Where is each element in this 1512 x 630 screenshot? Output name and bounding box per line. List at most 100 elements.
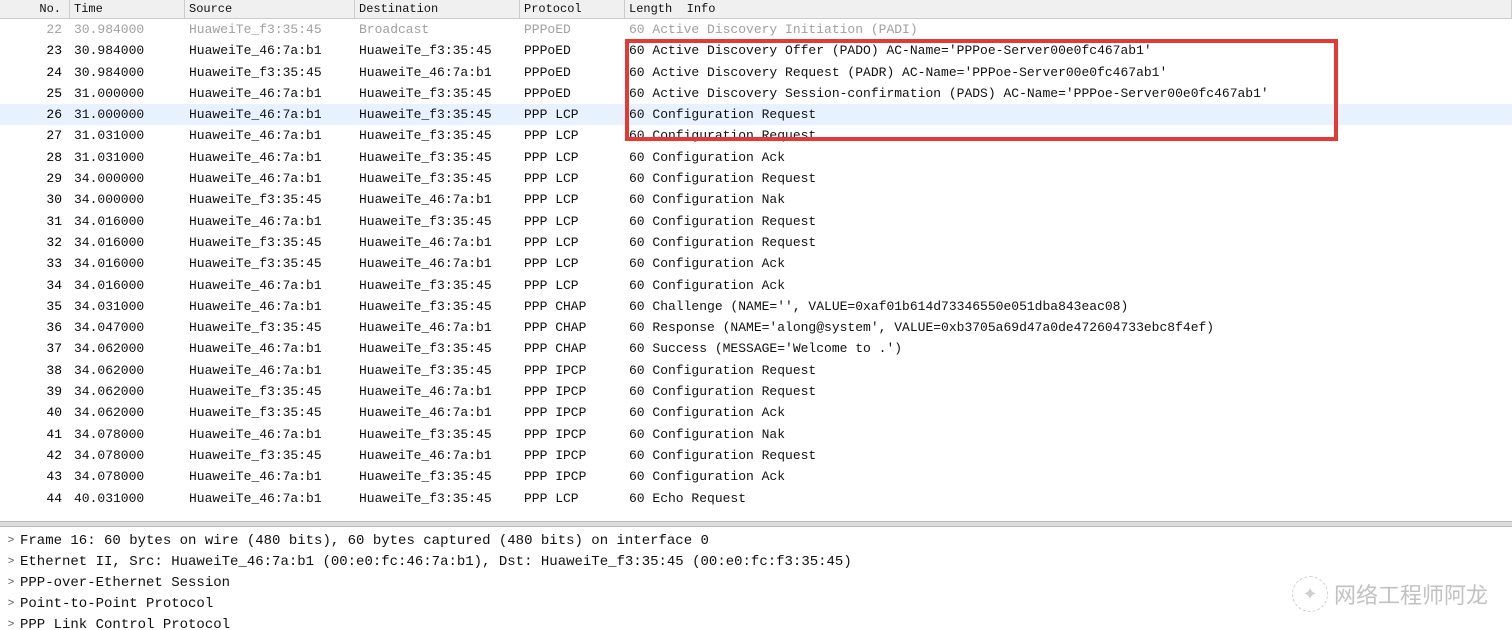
cell-time: 34.016000 [70,232,185,253]
cell-protocol: PPP IPCP [520,402,625,423]
cell-time: 34.016000 [70,275,185,296]
detail-tree-item[interactable]: >PPP Link Control Protocol [2,615,1512,630]
packet-row[interactable]: 2531.000000HuaweiTe_46:7a:b1HuaweiTe_f3:… [0,83,1512,104]
cell-destination: HuaweiTe_46:7a:b1 [355,253,520,274]
cell-protocol: PPP IPCP [520,445,625,466]
cell-source: HuaweiTe_f3:35:45 [185,62,355,83]
cell-no: 44 [0,488,70,509]
cell-no: 30 [0,189,70,210]
packet-list-header[interactable]: No. Time Source Destination Protocol Len… [0,0,1512,19]
packet-details-pane[interactable]: >Frame 16: 60 bytes on wire (480 bits), … [0,527,1512,630]
cell-time: 30.984000 [70,62,185,83]
packet-row[interactable]: 3334.016000HuaweiTe_f3:35:45HuaweiTe_46:… [0,253,1512,274]
packet-row[interactable]: 2330.984000HuaweiTe_46:7a:b1HuaweiTe_f3:… [0,40,1512,61]
packet-row[interactable]: 2934.000000HuaweiTe_46:7a:b1HuaweiTe_f3:… [0,168,1512,189]
packet-row[interactable]: 2731.031000HuaweiTe_46:7a:b1HuaweiTe_f3:… [0,125,1512,146]
cell-source: HuaweiTe_46:7a:b1 [185,125,355,146]
cell-info: 60 Challenge (NAME='', VALUE=0xaf01b614d… [625,296,1512,317]
cell-destination: HuaweiTe_f3:35:45 [355,125,520,146]
cell-source: HuaweiTe_46:7a:b1 [185,168,355,189]
cell-no: 25 [0,83,70,104]
cell-time: 34.047000 [70,317,185,338]
cell-protocol: PPP CHAP [520,338,625,359]
cell-info: 60 Configuration Nak [625,424,1512,445]
detail-text: Frame 16: 60 bytes on wire (480 bits), 6… [20,531,709,552]
expand-icon[interactable]: > [6,594,16,615]
cell-time: 34.078000 [70,466,185,487]
detail-tree-item[interactable]: >Frame 16: 60 bytes on wire (480 bits), … [2,531,1512,552]
detail-tree-item[interactable]: >Point-to-Point Protocol [2,594,1512,615]
cell-destination: Broadcast [355,19,520,40]
cell-source: HuaweiTe_46:7a:b1 [185,211,355,232]
cell-info: 60 Active Discovery Session-confirmation… [625,83,1512,104]
packet-row[interactable]: 3934.062000HuaweiTe_f3:35:45HuaweiTe_46:… [0,381,1512,402]
col-header-protocol[interactable]: Protocol [520,0,625,18]
cell-time: 34.078000 [70,445,185,466]
cell-protocol: PPP CHAP [520,296,625,317]
packet-row[interactable]: 4034.062000HuaweiTe_f3:35:45HuaweiTe_46:… [0,402,1512,423]
expand-icon[interactable]: > [6,552,16,573]
cell-info: 60 Configuration Request [625,211,1512,232]
packet-row[interactable]: 3134.016000HuaweiTe_46:7a:b1HuaweiTe_f3:… [0,211,1512,232]
cell-info: 60 Configuration Request [625,360,1512,381]
detail-text: Point-to-Point Protocol [20,594,213,615]
cell-source: HuaweiTe_f3:35:45 [185,317,355,338]
cell-info: 60 Configuration Request [625,104,1512,125]
packet-list[interactable]: 2230.984000HuaweiTe_f3:35:45BroadcastPPP… [0,19,1512,521]
cell-source: HuaweiTe_f3:35:45 [185,445,355,466]
expand-icon[interactable]: > [6,573,16,594]
packet-row[interactable]: 3634.047000HuaweiTe_f3:35:45HuaweiTe_46:… [0,317,1512,338]
detail-tree-item[interactable]: >Ethernet II, Src: HuaweiTe_46:7a:b1 (00… [2,552,1512,573]
cell-protocol: PPP IPCP [520,424,625,445]
cell-source: HuaweiTe_46:7a:b1 [185,424,355,445]
cell-destination: HuaweiTe_46:7a:b1 [355,381,520,402]
cell-no: 42 [0,445,70,466]
cell-info: 60 Configuration Ack [625,466,1512,487]
cell-time: 31.031000 [70,125,185,146]
cell-time: 34.062000 [70,338,185,359]
col-header-no[interactable]: No. [0,0,70,18]
packet-row[interactable]: 2430.984000HuaweiTe_f3:35:45HuaweiTe_46:… [0,62,1512,83]
expand-icon[interactable]: > [6,531,16,552]
cell-source: HuaweiTe_f3:35:45 [185,189,355,210]
packet-row[interactable]: 3534.031000HuaweiTe_46:7a:b1HuaweiTe_f3:… [0,296,1512,317]
cell-info: 60 Response (NAME='along@system', VALUE=… [625,317,1512,338]
packet-row[interactable]: 4234.078000HuaweiTe_f3:35:45HuaweiTe_46:… [0,445,1512,466]
packet-row[interactable]: 3034.000000HuaweiTe_f3:35:45HuaweiTe_46:… [0,189,1512,210]
cell-no: 22 [0,19,70,40]
col-header-length-info[interactable]: Length Info [625,0,1512,18]
cell-info: 60 Active Discovery Request (PADR) AC-Na… [625,62,1512,83]
cell-time: 34.031000 [70,296,185,317]
cell-time: 34.062000 [70,381,185,402]
cell-protocol: PPP LCP [520,168,625,189]
packet-row[interactable]: 3234.016000HuaweiTe_f3:35:45HuaweiTe_46:… [0,232,1512,253]
cell-protocol: PPP LCP [520,125,625,146]
col-header-time[interactable]: Time [70,0,185,18]
col-header-source[interactable]: Source [185,0,355,18]
cell-no: 43 [0,466,70,487]
detail-text: PPP-over-Ethernet Session [20,573,230,594]
cell-source: HuaweiTe_46:7a:b1 [185,488,355,509]
packet-row[interactable]: 2831.031000HuaweiTe_46:7a:b1HuaweiTe_f3:… [0,147,1512,168]
cell-source: HuaweiTe_46:7a:b1 [185,147,355,168]
packet-row[interactable]: 3734.062000HuaweiTe_46:7a:b1HuaweiTe_f3:… [0,338,1512,359]
expand-icon[interactable]: > [6,615,16,630]
col-header-destination[interactable]: Destination [355,0,520,18]
cell-destination: HuaweiTe_f3:35:45 [355,424,520,445]
cell-destination: HuaweiTe_f3:35:45 [355,275,520,296]
packet-row[interactable]: 2631.000000HuaweiTe_46:7a:b1HuaweiTe_f3:… [0,104,1512,125]
packet-row[interactable]: 2230.984000HuaweiTe_f3:35:45BroadcastPPP… [0,19,1512,40]
cell-time: 34.000000 [70,189,185,210]
cell-destination: HuaweiTe_f3:35:45 [355,104,520,125]
detail-text: Ethernet II, Src: HuaweiTe_46:7a:b1 (00:… [20,552,852,573]
cell-no: 39 [0,381,70,402]
packet-row[interactable]: 4440.031000HuaweiTe_46:7a:b1HuaweiTe_f3:… [0,488,1512,509]
cell-no: 35 [0,296,70,317]
packet-row[interactable]: 4334.078000HuaweiTe_46:7a:b1HuaweiTe_f3:… [0,466,1512,487]
packet-row[interactable]: 3434.016000HuaweiTe_46:7a:b1HuaweiTe_f3:… [0,275,1512,296]
cell-destination: HuaweiTe_f3:35:45 [355,40,520,61]
packet-row[interactable]: 3834.062000HuaweiTe_46:7a:b1HuaweiTe_f3:… [0,360,1512,381]
packet-row[interactable]: 4134.078000HuaweiTe_46:7a:b1HuaweiTe_f3:… [0,424,1512,445]
cell-destination: HuaweiTe_f3:35:45 [355,338,520,359]
detail-tree-item[interactable]: >PPP-over-Ethernet Session [2,573,1512,594]
